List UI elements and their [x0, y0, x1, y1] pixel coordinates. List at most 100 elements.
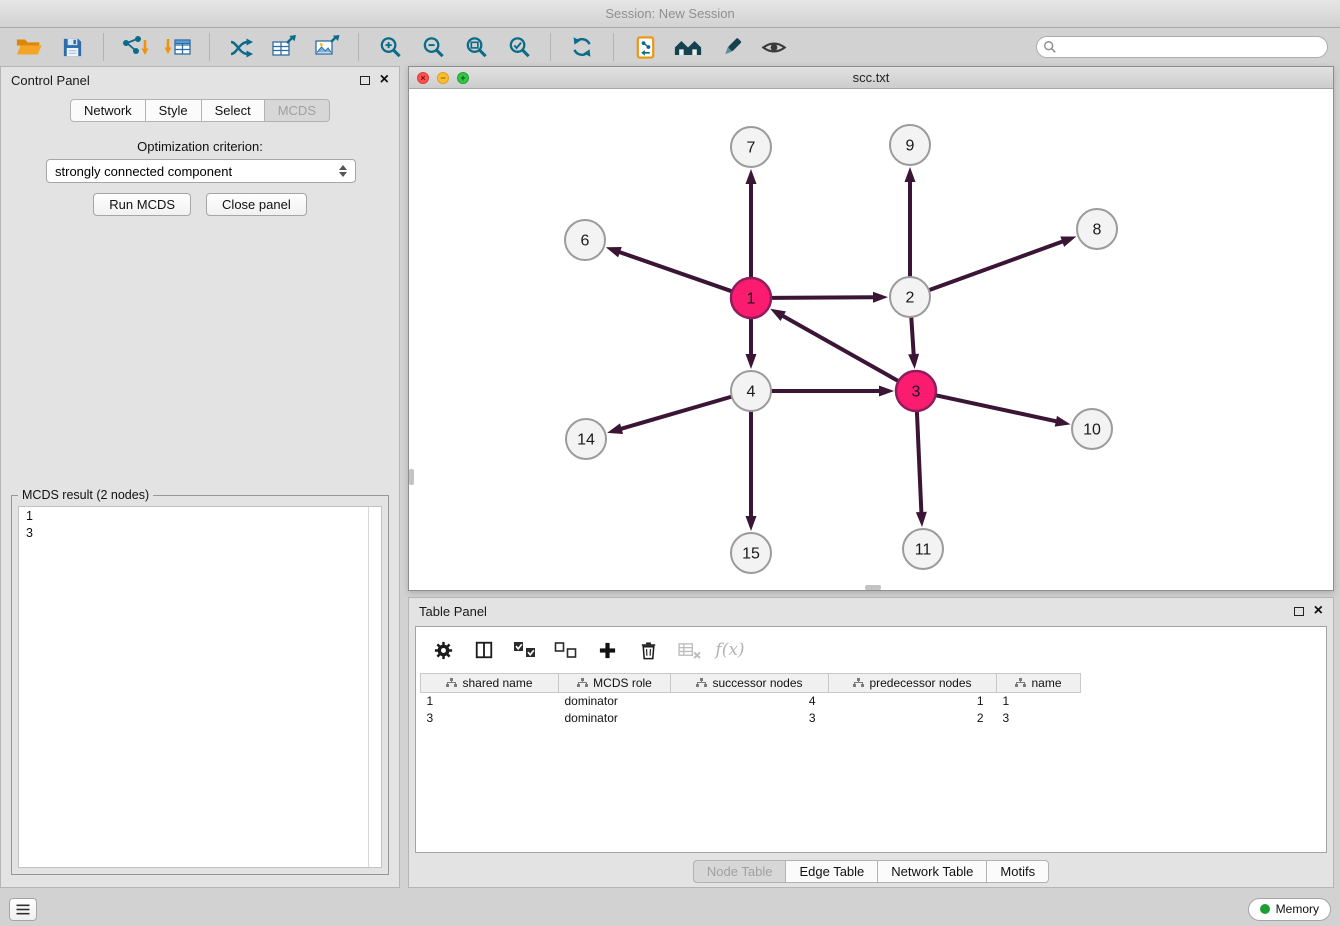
maximize-window-icon[interactable]: + — [457, 72, 469, 84]
tab-mcds[interactable]: MCDS — [265, 99, 330, 122]
column-header-name[interactable]: name — [997, 674, 1081, 693]
zoom-selected-icon[interactable] — [502, 32, 536, 62]
graph-node-9[interactable]: 9 — [890, 125, 930, 165]
column-header-predecessor-nodes[interactable]: predecessor nodes — [829, 674, 997, 693]
tab-select[interactable]: Select — [202, 99, 265, 122]
edge-2-8[interactable] — [930, 242, 1062, 290]
edge-1-2[interactable] — [772, 297, 873, 298]
export-image-icon[interactable] — [310, 32, 344, 62]
mcds-result-item[interactable]: 3 — [19, 524, 381, 541]
close-window-icon[interactable]: × — [417, 72, 429, 84]
table-cell[interactable]: 3 — [997, 710, 1081, 727]
column-header-shared-name[interactable]: shared name — [421, 674, 559, 693]
mcds-result-list[interactable]: 1 3 — [18, 506, 382, 868]
run-mcds-button[interactable]: Run MCDS — [93, 193, 191, 216]
select-all-icon[interactable] — [512, 637, 538, 663]
edge-3-11[interactable] — [917, 412, 921, 512]
table-cell[interactable]: 3 — [671, 710, 829, 727]
edge-3-10[interactable] — [937, 395, 1056, 421]
column-header-mcds-role[interactable]: MCDS role — [559, 674, 671, 693]
search-container — [1036, 36, 1328, 58]
edge-2-3[interactable] — [911, 318, 913, 354]
tab-style[interactable]: Style — [146, 99, 202, 122]
column-type-icon — [446, 678, 457, 688]
add-row-icon[interactable] — [594, 637, 620, 663]
edge-1-6[interactable] — [620, 252, 731, 291]
graph-node-4[interactable]: 4 — [731, 371, 771, 411]
float-table-panel-icon[interactable] — [1294, 607, 1304, 616]
import-table-icon[interactable] — [161, 32, 195, 62]
tab-network-table[interactable]: Network Table — [878, 860, 987, 883]
tab-node-table[interactable]: Node Table — [693, 860, 787, 883]
graph-node-11[interactable]: 11 — [903, 529, 943, 569]
graph-node-14[interactable]: 14 — [566, 419, 606, 459]
graph-node-1[interactable]: 1 — [731, 278, 771, 318]
table-cell[interactable]: 1 — [829, 693, 997, 710]
window-title: Session: New Session — [605, 6, 734, 21]
unselect-all-icon[interactable] — [553, 637, 579, 663]
tab-network[interactable]: Network — [70, 99, 146, 122]
delete-row-trash-icon[interactable] — [635, 637, 661, 663]
close-table-panel-icon[interactable]: × — [1314, 604, 1323, 618]
table-row: 3dominator323 — [421, 710, 1081, 727]
table-cell[interactable]: dominator — [559, 693, 671, 710]
optimization-criterion-label: Optimization criterion: — [1, 139, 399, 154]
graph-node-3[interactable]: 3 — [896, 371, 936, 411]
apply-style-icon[interactable] — [714, 32, 748, 62]
vertical-scrollbar[interactable] — [409, 469, 414, 485]
network-document-icon[interactable] — [628, 32, 662, 62]
table-toolbar: f(x) — [416, 627, 1326, 673]
show-graphics-details-icon[interactable] — [757, 32, 791, 62]
optimization-criterion-select[interactable]: strongly connected component — [46, 159, 356, 183]
edge-4-14[interactable] — [622, 397, 731, 429]
selected-criterion: strongly connected component — [55, 164, 232, 179]
table-cell[interactable]: 4 — [671, 693, 829, 710]
graph-node-8[interactable]: 8 — [1077, 209, 1117, 249]
memory-button[interactable]: Memory — [1248, 898, 1331, 921]
graph-node-6[interactable]: 6 — [565, 220, 605, 260]
graph-node-2[interactable]: 2 — [890, 277, 930, 317]
save-session-icon[interactable] — [55, 32, 89, 62]
export-table-icon[interactable] — [267, 32, 301, 62]
float-panel-icon[interactable] — [360, 76, 370, 85]
mcds-result-item[interactable]: 1 — [19, 507, 381, 524]
table-cell[interactable]: dominator — [559, 710, 671, 727]
table-panel-title: Table Panel — [419, 604, 487, 619]
close-panel-button[interactable]: Close panel — [206, 193, 307, 216]
table-cell[interactable]: 2 — [829, 710, 997, 727]
graph-node-15[interactable]: 15 — [731, 533, 771, 573]
import-network-icon[interactable] — [118, 32, 152, 62]
table-settings-gear-icon[interactable] — [430, 637, 456, 663]
graph-node-7[interactable]: 7 — [731, 127, 771, 167]
task-history-button[interactable] — [9, 898, 37, 921]
table-cell[interactable]: 3 — [421, 710, 559, 727]
horizontal-scrollbar[interactable] — [865, 585, 881, 590]
table-cell[interactable]: 1 — [997, 693, 1081, 710]
export-network-icon[interactable] — [224, 32, 258, 62]
open-file-icon[interactable] — [12, 32, 46, 62]
edge-arrowhead-4-14 — [607, 423, 623, 434]
search-input[interactable] — [1036, 36, 1328, 58]
network-window-titlebar[interactable]: × − + scc.txt — [409, 67, 1333, 89]
result-scrollbar[interactable] — [368, 507, 381, 867]
column-type-icon — [1015, 678, 1026, 688]
graph-node-10[interactable]: 10 — [1072, 409, 1112, 449]
network-view-window: × − + scc.txt 7 9 6 8 1 2 4 3 14 10 15 11 — [408, 66, 1334, 591]
table-cell[interactable]: 1 — [421, 693, 559, 710]
first-neighbors-icon[interactable] — [671, 32, 705, 62]
network-graph: 7 9 6 8 1 2 4 3 14 10 15 11 — [409, 89, 1333, 590]
tab-edge-table[interactable]: Edge Table — [786, 860, 878, 883]
refresh-layout-icon[interactable] — [565, 32, 599, 62]
tab-motifs[interactable]: Motifs — [987, 860, 1049, 883]
control-panel-header: Control Panel × — [1, 67, 399, 93]
zoom-fit-icon[interactable] — [459, 32, 493, 62]
zoom-out-icon[interactable] — [416, 32, 450, 62]
zoom-in-icon[interactable] — [373, 32, 407, 62]
edge-3-1[interactable] — [783, 316, 897, 381]
minimize-window-icon[interactable]: − — [437, 72, 449, 84]
show-columns-icon[interactable] — [471, 637, 497, 663]
column-header-successor-nodes[interactable]: successor nodes — [671, 674, 829, 693]
close-panel-icon[interactable]: × — [380, 73, 389, 87]
edge-arrowhead-2-8 — [1060, 236, 1076, 246]
network-canvas[interactable]: 7 9 6 8 1 2 4 3 14 10 15 11 — [409, 89, 1333, 590]
